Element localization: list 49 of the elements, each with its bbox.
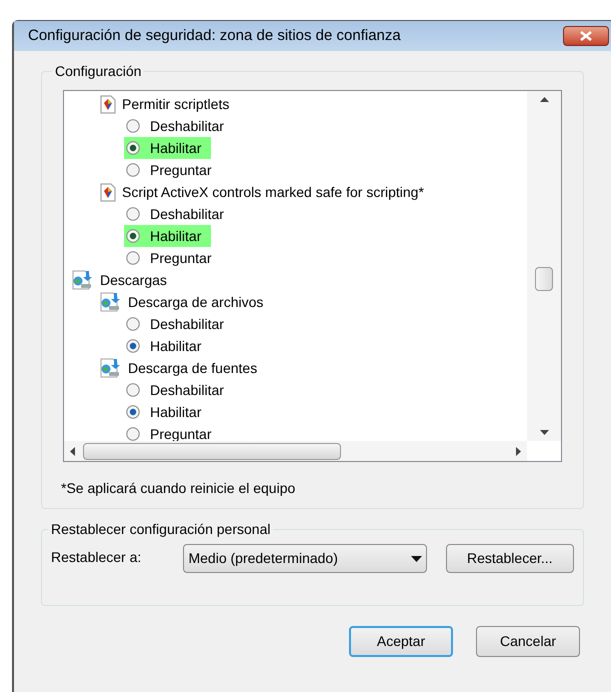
radio-icon xyxy=(126,119,140,133)
reset-button[interactable]: Restablecer... xyxy=(446,544,574,573)
level-dropdown[interactable]: Medio (predeterminado) xyxy=(183,544,427,573)
dropdown-caret-icon xyxy=(410,556,422,562)
scroll-down-icon xyxy=(540,430,548,435)
footnote-text: *Se aplicará cuando reinicie el equipo xyxy=(61,479,296,498)
radio-icon xyxy=(126,207,140,221)
download-globe-icon xyxy=(72,270,94,290)
radio-icon xyxy=(126,229,140,243)
radio-icon xyxy=(126,141,140,155)
close-button[interactable] xyxy=(563,26,609,46)
dialog-button[interactable]: Cancelar xyxy=(476,626,580,657)
script-page-icon xyxy=(100,182,116,202)
category-label: Descargas xyxy=(100,270,167,290)
radio-option[interactable]: Habilitar xyxy=(124,335,212,357)
window-title: Configuración de seguridad: zona de sitios de confianza xyxy=(28,26,401,46)
radio-option[interactable]: Preguntar xyxy=(124,247,222,269)
radio-icon xyxy=(126,405,140,419)
close-icon xyxy=(580,31,592,41)
setting-label: Permitir scriptlets xyxy=(122,94,230,114)
download-globe-icon xyxy=(100,358,122,378)
setting-label: Descarga de fuentes xyxy=(128,358,258,378)
reset-label: Restablecer a: xyxy=(51,548,142,567)
radio-option[interactable]: Deshabilitar xyxy=(124,379,234,401)
radio-option[interactable]: Deshabilitar xyxy=(124,313,234,335)
setting-label: Script ActiveX controls marked safe for scripting* xyxy=(122,182,424,202)
horizontal-scrollbar[interactable] xyxy=(64,441,527,461)
radio-option[interactable]: Habilitar xyxy=(124,137,212,159)
scroll-left-icon xyxy=(70,446,75,456)
scroll-thumb[interactable] xyxy=(535,267,553,291)
scroll-thumb[interactable] xyxy=(83,442,341,460)
download-globe-icon xyxy=(100,292,122,312)
radio-option[interactable]: Deshabilitar xyxy=(124,115,234,137)
vertical-scrollbar[interactable] xyxy=(527,91,561,441)
radio-option[interactable]: Habilitar xyxy=(124,401,212,423)
radio-icon xyxy=(126,251,140,265)
radio-icon xyxy=(126,339,140,353)
scroll-up-icon xyxy=(540,97,548,102)
radio-icon xyxy=(126,383,140,397)
dialog-button[interactable]: Aceptar xyxy=(349,626,453,657)
radio-icon xyxy=(126,163,140,177)
radio-option[interactable]: Preguntar xyxy=(124,159,222,181)
radio-option[interactable]: Habilitar xyxy=(124,225,212,247)
script-page-icon xyxy=(100,94,116,114)
radio-option[interactable]: Deshabilitar xyxy=(124,203,234,225)
radio-icon xyxy=(126,317,140,331)
scroll-right-icon xyxy=(516,446,521,456)
radio-icon xyxy=(126,427,140,441)
setting-label: Descarga de archivos xyxy=(128,292,264,312)
